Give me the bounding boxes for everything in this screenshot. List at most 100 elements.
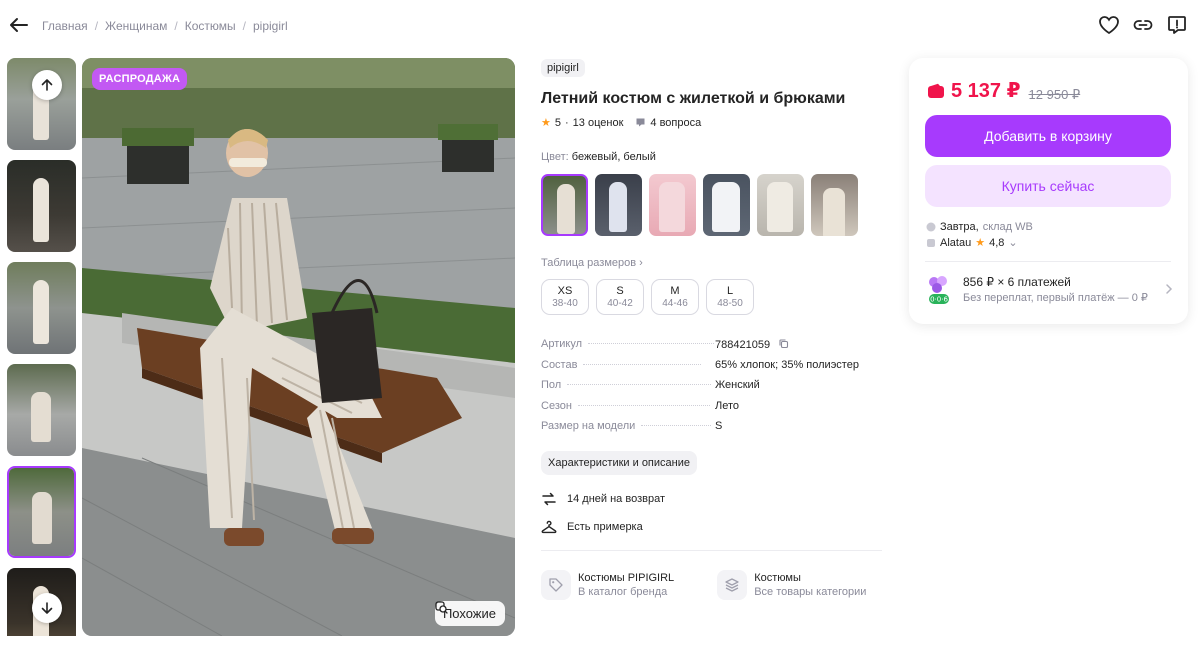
buy-card: 5 137 ₽ 12 950 ₽ Добавить в корзину Купи… [909,58,1188,324]
reviews-link[interactable]: 13 оценок [573,117,624,129]
spec-row-model-size: Размер на модели S [541,420,886,441]
color-value: бежевый, белый [571,151,656,163]
spec-dots [588,343,715,344]
size-option-s[interactable]: S 40-42 [596,279,644,315]
chevron-right-icon: › [639,257,643,269]
chevron-right-icon [1166,284,1173,294]
spec-row-gender: Пол Женский [541,379,886,400]
rating-value: 5 [554,116,561,129]
seller-rating: 4,8 [989,237,1005,249]
thumbnails-up-button[interactable] [32,70,62,100]
spec-dots [567,384,712,385]
size-option-xs[interactable]: XS 38-40 [541,279,589,315]
breadcrumb-brand[interactable]: pipigirl [253,19,288,33]
size-option-l[interactable]: L 48-50 [706,279,754,315]
size-ru: 38-40 [552,298,578,309]
arrow-down-icon [41,602,53,614]
spec-list: Артикул 788421059 Состав 65% хлопок; 35%… [541,338,886,441]
add-to-cart-button[interactable]: Добавить в корзину [925,115,1171,157]
color-swatch[interactable] [757,174,804,236]
arrow-up-icon [41,79,53,91]
spec-value[interactable]: 788421059 [715,338,789,351]
info-divider [541,549,882,551]
characteristics-button[interactable]: Характеристики и описание [541,450,697,475]
color-swatch[interactable] [703,174,750,236]
product-photo-illustration [82,58,515,636]
spec-value: S [715,420,723,432]
breadcrumb-suits[interactable]: Костюмы [185,19,236,33]
spec-row-composition: Состав 65% хлопок; 35% полиэстер [541,359,886,380]
installment-badge-text: 0·0·6 [930,296,948,304]
similar-label: Похожие [442,606,496,621]
top-actions [1098,14,1188,36]
spec-row-article: Артикул 788421059 [541,338,886,359]
spec-dots [577,404,710,406]
spec-key: Состав [541,358,578,371]
category-catalog-link[interactable]: Костюмы Все товары категории [717,569,867,600]
breadcrumb: Главная / Женщинам / Костюмы / pipigirl [42,19,288,33]
buy-now-button[interactable]: Купить сейчас [925,165,1171,207]
heart-icon[interactable] [1098,14,1120,36]
breadcrumb-women[interactable]: Женщинам [105,19,167,33]
spec-key: Артикул [541,338,583,350]
seller-name: Alatau [940,237,972,249]
main-product-photo[interactable]: РАСПРОДАЖА Похожие [82,58,515,636]
brand-catalog-link[interactable]: Костюмы PIPIGIRL В каталог бренда [541,569,674,600]
color-swatch[interactable] [811,174,858,236]
layers-icon [717,569,748,600]
thumbnail[interactable] [7,364,76,456]
size-label: S [616,285,624,297]
size-table-link[interactable]: Таблица размеров › [541,257,886,269]
size-label: L [726,285,734,297]
breadcrumb-separator: / [242,19,246,33]
spec-value: 65% хлопок; 35% полиэстер [715,358,859,371]
breadcrumb-home[interactable]: Главная [42,19,88,33]
similar-button[interactable]: Похожие [434,601,505,626]
top-bar: Главная / Женщинам / Костюмы / pipigirl [0,0,1200,52]
star-icon: ★ [975,237,986,249]
star-icon: ★ [541,117,551,129]
arrow-left-icon[interactable] [8,14,30,36]
rating-separator: · [565,116,569,129]
installment-badge-icon: 0·0·6 [929,276,949,304]
sale-badge: РАСПРОДАЖА [92,68,188,90]
product-title: Летний костюм с жилеткой и брюками [541,90,846,107]
questions-count: 4 вопроса [650,116,702,129]
delivery-day: Завтра, [940,221,979,233]
seller-icon [927,239,935,247]
color-swatches [541,174,886,236]
seller-row[interactable]: Alatau ★ 4,8 ⌄ [926,235,1033,251]
return-arrows-icon [542,492,556,505]
installment-title: 856 ₽ × 6 платежей [963,275,1071,289]
report-icon[interactable] [1166,14,1188,36]
size-ru: 48-50 [717,298,743,309]
thumbnail-active[interactable] [7,466,76,558]
category-link-subtitle: Все товары категории [754,585,867,598]
spec-row-season: Сезон Лето [541,400,886,421]
color-label-key: Цвет: [541,151,569,163]
price-row: 5 137 ₽ 12 950 ₽ [927,78,1080,103]
brand-link-subtitle: В каталог бренда [578,585,668,598]
catalog-links: Костюмы PIPIGIRL В каталог бренда Костюм… [541,569,886,600]
questions-link[interactable]: 4 вопроса [635,117,701,129]
installment-offer[interactable]: 0·0·6 856 ₽ × 6 платежей Без переплат, п… [925,273,1175,307]
chevron-down-icon: ⌄ [1008,237,1018,249]
thumbnail-strip [7,58,76,636]
brand-chip[interactable]: pipigirl [541,59,585,77]
size-option-m[interactable]: M 44-46 [651,279,699,315]
tag-icon [541,569,571,600]
size-label: XS [557,285,573,297]
color-swatch[interactable] [595,174,642,236]
link-icon[interactable] [1132,14,1154,36]
spec-value: Лето [715,399,740,412]
thumbnails-down-button[interactable] [32,593,62,623]
color-swatch-active[interactable] [541,174,588,236]
thumbnail[interactable] [7,262,76,354]
size-table-label: Таблица размеров [541,257,637,269]
thumbnail[interactable] [7,160,76,252]
size-ru: 44-46 [662,298,688,309]
color-swatch[interactable] [649,174,696,236]
rating-row: ★ 5 · 13 оценок 4 вопроса [541,116,886,130]
copy-icon[interactable] [778,338,789,349]
spec-value: Женский [715,379,760,391]
